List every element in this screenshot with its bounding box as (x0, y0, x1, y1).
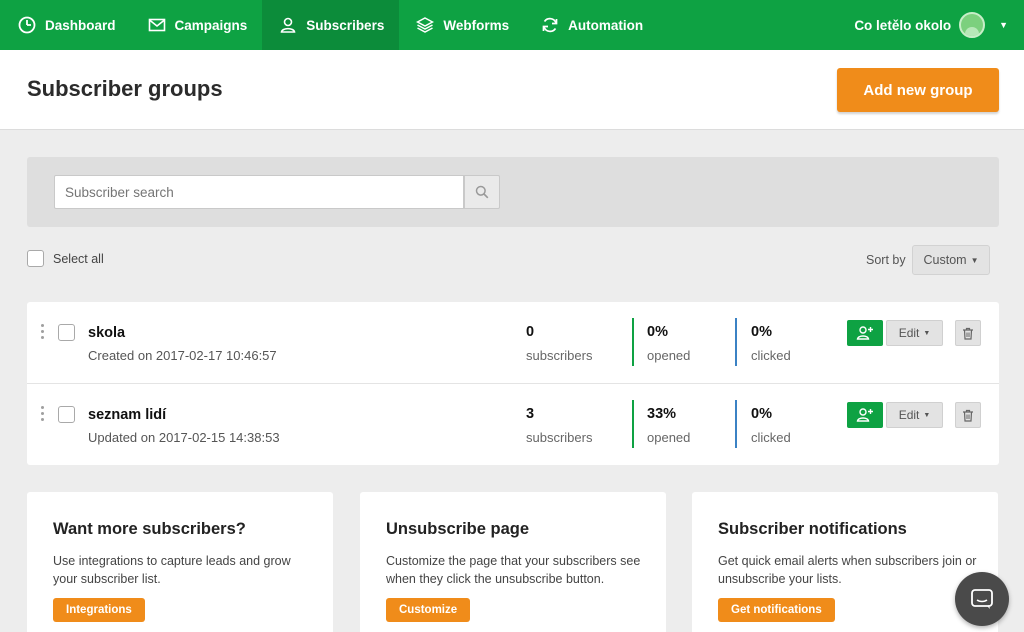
subscribers-count: 3 (526, 406, 535, 422)
integrations-card: Want more subscribers? Use integrations … (27, 492, 333, 632)
clicked-stat: 0% clicked (735, 400, 791, 448)
page-title: Subscriber groups (27, 76, 223, 101)
edit-label: Edit (898, 408, 920, 422)
delete-button[interactable] (955, 320, 981, 346)
user-icon (280, 17, 296, 33)
clicked-value: 0% (751, 324, 772, 340)
group-name[interactable]: seznam lidí (88, 407, 166, 423)
nav-automation[interactable]: Automation (524, 0, 658, 50)
chevron-down-icon: ▼ (999, 20, 1008, 30)
clock-icon (18, 16, 36, 34)
nav-webforms[interactable]: Webforms (399, 0, 524, 50)
sort-label: Sort by (866, 253, 906, 267)
customize-button[interactable]: Customize (386, 598, 471, 622)
opened-label: opened (647, 430, 691, 445)
chat-icon (971, 589, 993, 609)
drag-handle-icon[interactable] (41, 406, 45, 421)
edit-dropdown-button[interactable]: Edit ▼ (886, 402, 943, 428)
group-name[interactable]: skola (88, 325, 125, 341)
subscribers-label: subscribers (526, 348, 593, 363)
clicked-value: 0% (751, 406, 772, 422)
search-panel (27, 157, 999, 227)
chat-widget-button[interactable] (955, 572, 1009, 626)
group-list: skola Created on 2017-02-17 10:46:57 0 s… (27, 302, 999, 465)
delete-button[interactable] (955, 402, 981, 428)
envelope-icon (148, 18, 165, 32)
nav-subscribers[interactable]: Subscribers (262, 0, 400, 50)
select-all[interactable]: Select all (27, 250, 104, 267)
card-title: Unsubscribe page (386, 520, 530, 538)
trash-icon (963, 327, 973, 340)
get-notifications-button[interactable]: Get notifications (718, 598, 835, 622)
card-text: Use integrations to capture leads and gr… (53, 554, 291, 586)
integrations-button[interactable]: Integrations (53, 598, 145, 622)
add-user-icon (856, 326, 873, 340)
search-icon (475, 185, 489, 199)
search-button[interactable] (464, 175, 500, 209)
caret-down-icon: ▼ (923, 329, 931, 337)
group-date: Updated on 2017-02-15 14:38:53 (88, 430, 280, 445)
group-date: Created on 2017-02-17 10:46:57 (88, 348, 277, 363)
layers-icon (416, 17, 435, 33)
nav-dashboard-label: Dashboard (45, 17, 116, 33)
nav-webforms-label: Webforms (443, 17, 510, 33)
trash-icon (963, 409, 973, 422)
card-title: Subscriber notifications (718, 520, 907, 538)
drag-handle-icon[interactable] (41, 324, 45, 339)
nav-subscribers-label: Subscribers (306, 17, 385, 33)
opened-value: 33% (647, 406, 677, 422)
add-user-icon (856, 408, 873, 422)
row-checkbox[interactable] (58, 324, 75, 341)
caret-down-icon: ▼ (970, 255, 979, 265)
add-subscriber-button[interactable] (847, 320, 883, 346)
subscribers-label: subscribers (526, 430, 593, 445)
sort-dropdown[interactable]: Custom ▼ (912, 245, 990, 275)
refresh-icon (542, 17, 558, 33)
card-title: Want more subscribers? (53, 520, 246, 538)
notifications-card: Subscriber notifications Get quick email… (692, 492, 998, 632)
avatar (959, 12, 986, 38)
top-navigation: Dashboard Campaigns Subscribers Webforms… (0, 0, 1024, 50)
clicked-label: clicked (751, 348, 791, 363)
caret-down-icon: ▼ (923, 411, 931, 419)
user-menu[interactable]: Co letělo okolo ▼ (854, 0, 1024, 50)
add-subscriber-button[interactable] (847, 402, 883, 428)
select-all-label: Select all (53, 251, 104, 266)
nav-campaigns-label: Campaigns (174, 17, 248, 33)
sort-value: Custom (923, 253, 967, 267)
card-text: Get quick email alerts when subscribers … (718, 554, 977, 586)
user-name: Co letělo okolo (854, 17, 952, 33)
opened-stat: 33% opened (632, 400, 690, 448)
nav-campaigns[interactable]: Campaigns (131, 0, 263, 50)
subscribers-count: 0 (526, 324, 535, 340)
opened-stat: 0% opened (632, 318, 690, 366)
page-header: Subscriber groups Add new group (0, 50, 1024, 130)
group-row: skola Created on 2017-02-17 10:46:57 0 s… (27, 302, 999, 384)
clicked-label: clicked (751, 430, 791, 445)
edit-dropdown-button[interactable]: Edit ▼ (886, 320, 943, 346)
select-all-checkbox[interactable] (27, 250, 44, 267)
nav-dashboard[interactable]: Dashboard (0, 0, 131, 50)
group-row: seznam lidí Updated on 2017-02-15 14:38:… (27, 384, 999, 465)
add-new-group-button[interactable]: Add new group (837, 68, 999, 112)
clicked-stat: 0% clicked (735, 318, 791, 366)
opened-value: 0% (647, 324, 668, 340)
row-checkbox[interactable] (58, 406, 75, 423)
subscriber-search-input[interactable] (54, 175, 464, 209)
nav-automation-label: Automation (568, 17, 644, 33)
card-text: Customize the page that your subscribers… (386, 554, 641, 586)
edit-label: Edit (898, 326, 920, 340)
opened-label: opened (647, 348, 691, 363)
unsubscribe-card: Unsubscribe page Customize the page that… (360, 492, 666, 632)
